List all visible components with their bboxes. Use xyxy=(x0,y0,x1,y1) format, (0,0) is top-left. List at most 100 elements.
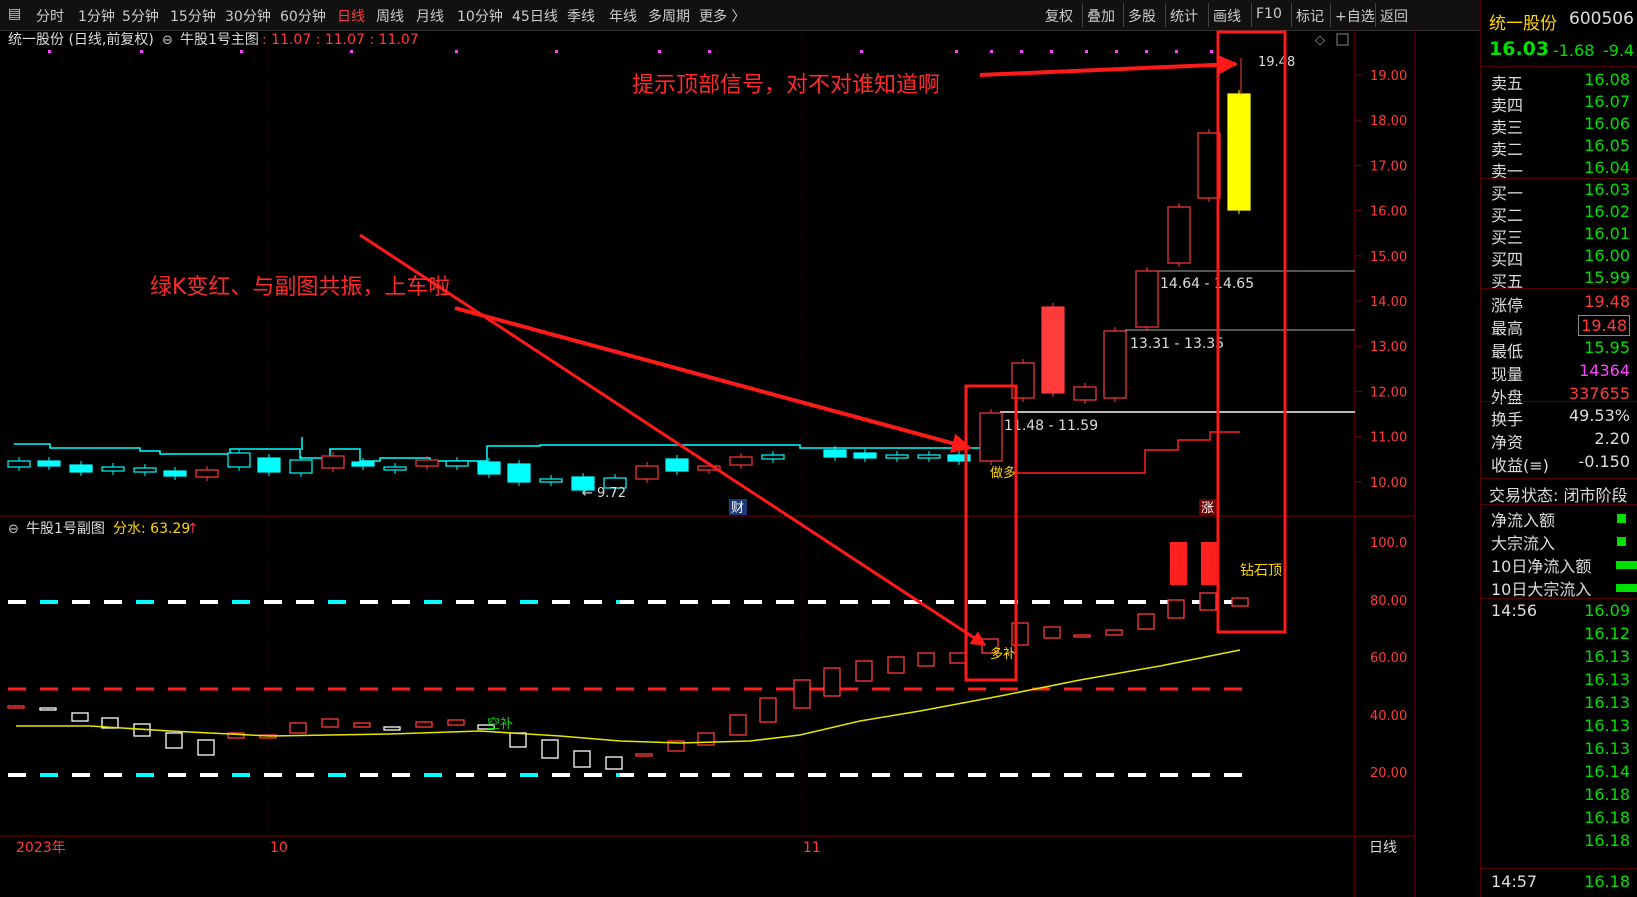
stat2-value: 49.53% xyxy=(1568,406,1630,425)
candle xyxy=(37,460,61,467)
ask-row: 卖三 16.06 xyxy=(1481,114,1637,137)
tick-price: 16.18 xyxy=(1584,808,1630,827)
tick-row: 16.12 xyxy=(1481,624,1637,647)
toolbar-button[interactable]: 复权 xyxy=(1045,6,1073,26)
tick-price: 16.13 xyxy=(1584,647,1630,666)
main-indicator-name[interactable]: 牛股1号主图 xyxy=(180,32,259,48)
range-label-2: 13.31 - 13.35 xyxy=(1130,336,1224,352)
period-tab[interactable]: 60分钟 xyxy=(280,6,326,26)
sub-indicator-box xyxy=(321,718,339,728)
sub-indicator-box xyxy=(447,719,465,726)
flow-row: 10日大宗流入 xyxy=(1481,576,1637,599)
candle xyxy=(227,452,251,468)
tick-row: 16.13 xyxy=(1481,716,1637,739)
sub-indicator-box xyxy=(697,732,715,746)
bid-row: 买四 16.00 xyxy=(1481,246,1637,269)
period-label[interactable]: 日线 xyxy=(1369,840,1397,856)
toolbar-button[interactable]: 画线 xyxy=(1213,6,1241,26)
bid-label: 买三 xyxy=(1491,228,1524,247)
candle xyxy=(477,461,501,475)
toolbar-button[interactable]: +自选 xyxy=(1335,6,1375,26)
toolbar-button[interactable]: 叠加 xyxy=(1087,6,1115,26)
sub-indicator-box xyxy=(289,722,307,734)
candle xyxy=(823,449,847,458)
sub-indicator-box xyxy=(573,750,591,768)
sub-indicator-box xyxy=(1167,599,1185,619)
toolbar-button[interactable]: 统计 xyxy=(1170,6,1198,26)
collapse-icon[interactable]: ⊖ xyxy=(162,33,173,48)
last-tick-price: 16.18 xyxy=(1584,872,1630,891)
price-tick-label: 14.00 xyxy=(1370,295,1407,310)
kline-chart[interactable]: 统一股份 (日线,前复权) ⊖ 牛股1号主图 : 11.07 : 11.07 :… xyxy=(0,30,1480,897)
high-price-label: 19.48 xyxy=(1258,55,1295,70)
chart-toolbar: ▤ 分时 1分钟 5分钟 15分钟 30分钟 60分钟 日线 周线 月线 10分钟 45日线 季线 年线… xyxy=(0,0,1637,31)
period-tab[interactable]: 周线 xyxy=(376,6,404,26)
period-tab[interactable]: 多周期 xyxy=(648,6,690,26)
sub-indicator-box xyxy=(949,652,967,664)
stat-row: 现量 14364 xyxy=(1481,361,1637,384)
toolbar-button[interactable]: 多股 xyxy=(1128,6,1156,26)
candle xyxy=(7,460,31,468)
sub-indicator-box xyxy=(1231,597,1249,607)
toolbar-button[interactable]: F10 xyxy=(1256,6,1282,22)
sub-axis: 100.0 80.00 60.00 40.00 20.00 xyxy=(1370,536,1407,781)
sub-indicator-box xyxy=(887,656,905,674)
period-tab[interactable]: 5分钟 xyxy=(122,6,159,26)
period-tab[interactable]: 年线 xyxy=(609,6,637,26)
candle xyxy=(1227,93,1251,211)
sub-indicator-box xyxy=(71,712,89,722)
period-tab[interactable]: 15分钟 xyxy=(170,6,216,26)
finance-badge[interactable]: 财 xyxy=(731,501,744,516)
toolbar-button[interactable]: 返回 xyxy=(1380,6,1408,26)
time-label-year: 2023年 xyxy=(16,840,66,856)
bid-value: 15.99 xyxy=(1584,268,1630,287)
period-tab[interactable]: 日线 xyxy=(337,6,365,26)
stat-value: 19.48 xyxy=(1584,292,1630,311)
sub-indicator-boxes xyxy=(7,542,1249,770)
sub-collapse-icon[interactable]: ⊖ xyxy=(8,522,19,537)
sub-indicator-box xyxy=(635,753,653,757)
time-label-nov: 11 xyxy=(803,840,821,856)
period-tab[interactable]: 季线 xyxy=(567,6,595,26)
period-tab[interactable]: 45日线 xyxy=(512,6,558,26)
period-tab[interactable]: 1分钟 xyxy=(78,6,115,26)
stock-code: 600506 xyxy=(1569,9,1634,29)
menu-icon[interactable]: ▤ xyxy=(8,6,21,22)
ask-row: 卖四 16.07 xyxy=(1481,92,1637,115)
stat2-label: 净资 xyxy=(1491,433,1524,452)
sub-indicator-box xyxy=(383,726,401,731)
period-tab[interactable]: 更多 〉 xyxy=(699,6,745,26)
stat2-label: 收益(≡) xyxy=(1491,456,1549,475)
bid-value: 16.03 xyxy=(1584,180,1630,199)
period-tab[interactable]: 分时 xyxy=(36,6,64,26)
toolbar-button[interactable]: 标记 xyxy=(1296,6,1324,26)
sub-indicator-name[interactable]: 牛股1号副图 xyxy=(26,521,105,537)
period-tab[interactable]: 30分钟 xyxy=(225,6,271,26)
main-indicator-values: : 11.07 : 11.07 : 11.07 xyxy=(262,32,419,48)
stat-label: 最低 xyxy=(1491,342,1524,361)
stat-label: 外盘 xyxy=(1491,388,1524,407)
period-tab[interactable]: 10分钟 xyxy=(457,6,503,26)
sub-tick-label: 20.00 xyxy=(1370,766,1407,781)
bid-row: 买一 16.03 xyxy=(1481,180,1637,203)
bid-value: 16.00 xyxy=(1584,246,1630,265)
stat2-label: 换手 xyxy=(1491,410,1524,429)
limit-up-badge[interactable]: 涨 xyxy=(1201,501,1214,516)
price-tick-label: 15.00 xyxy=(1370,250,1407,265)
chart-title: 统一股份 (日线,前复权) xyxy=(8,31,154,48)
signal-block xyxy=(1201,542,1218,585)
stock-name[interactable]: 统一股份 xyxy=(1489,9,1557,34)
period-tab[interactable]: 月线 xyxy=(416,6,444,26)
tick-row: 16.18 xyxy=(1481,808,1637,831)
do-long-label: 做多 xyxy=(990,465,1016,481)
tick-row: 16.14 xyxy=(1481,762,1637,785)
candle xyxy=(195,469,219,478)
diamond-icon[interactable]: ◇ xyxy=(1315,33,1325,48)
flow-label: 大宗流入 xyxy=(1491,534,1556,553)
window-toggle-icon[interactable] xyxy=(1336,33,1349,46)
sub-indicator-box xyxy=(855,660,873,682)
sub-indicator-box xyxy=(793,679,811,709)
candle xyxy=(133,467,157,473)
price-tick-label: 16.00 xyxy=(1370,205,1407,220)
sub-indicator-box xyxy=(1043,626,1061,639)
